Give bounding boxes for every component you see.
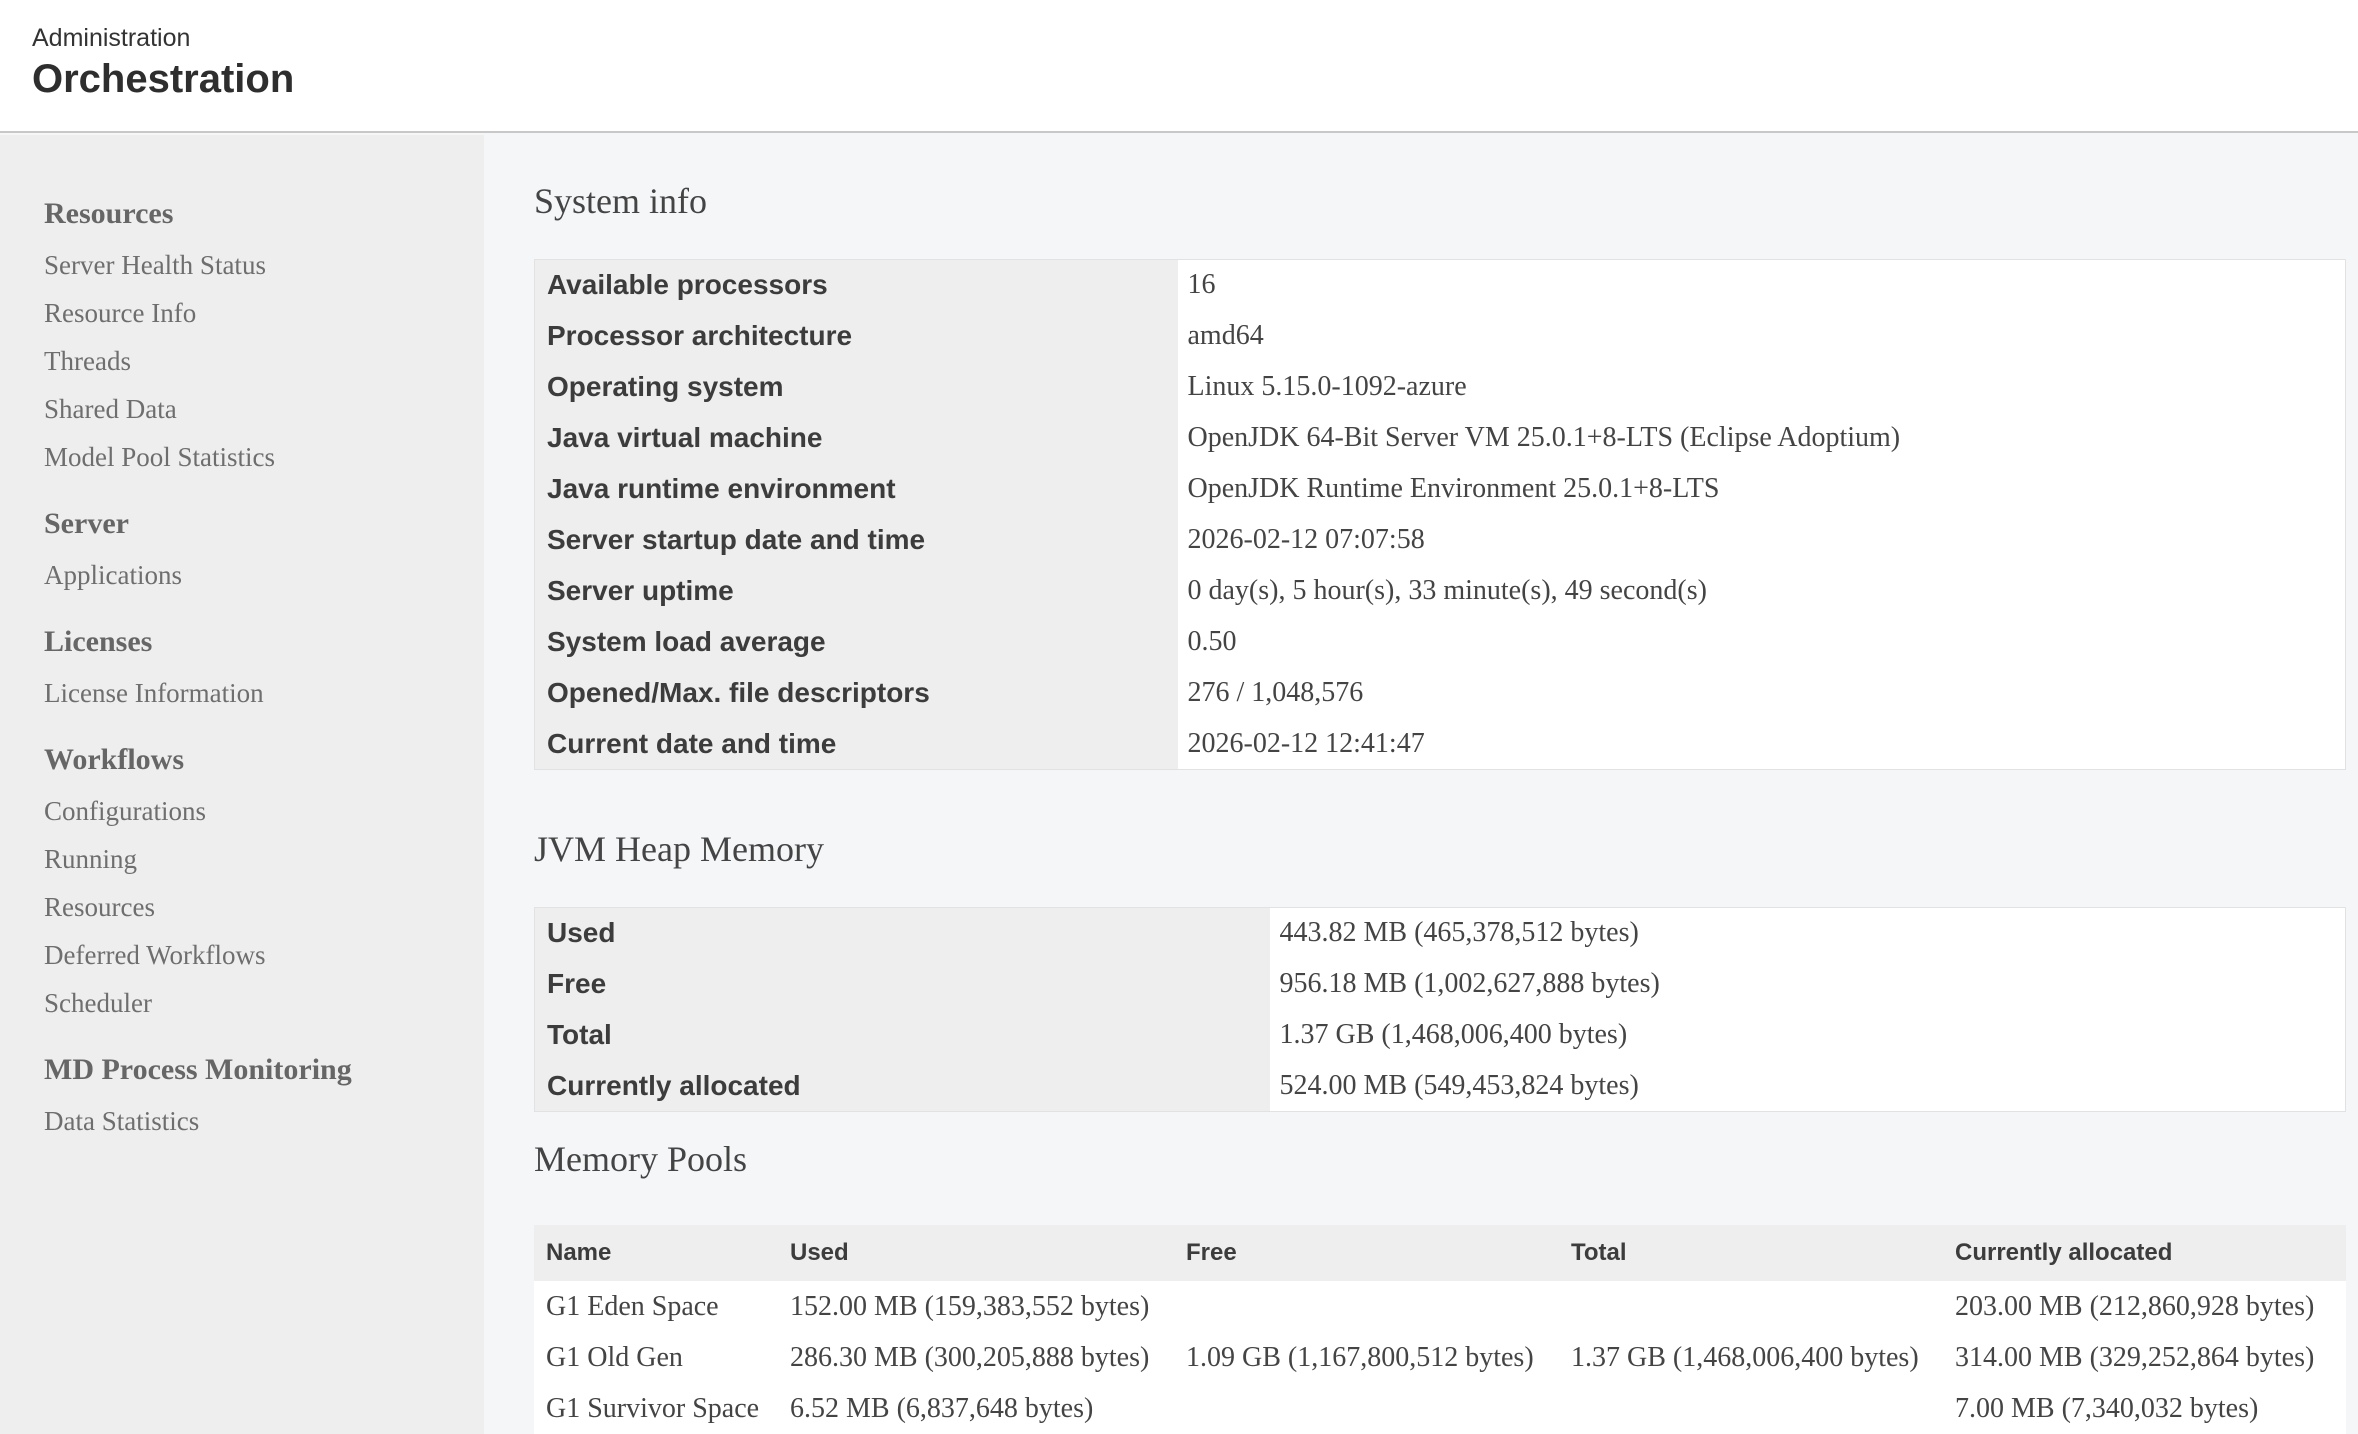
pool-used: 286.30 MB (300,205,888 bytes): [778, 1332, 1174, 1383]
row-key: Free: [534, 958, 1270, 1010]
row-key: Processor architecture: [534, 310, 1178, 362]
sidebar-group-licenses: Licenses: [44, 625, 153, 658]
pool-total: [1559, 1383, 1943, 1434]
main-content: System info Available processors 16 Proce…: [484, 135, 2358, 1434]
table-row: Free 956.18 MB (1,002,627,888 bytes): [534, 958, 2346, 1010]
row-key: Server startup date and time: [534, 514, 1178, 566]
row-value: amd64: [1177, 310, 2346, 362]
pool-allocated: 314.00 MB (329,252,864 bytes): [1943, 1332, 2346, 1383]
row-key: Opened/Max. file descriptors: [534, 667, 1178, 719]
sidebar-item-applications[interactable]: Applications: [44, 560, 182, 591]
table-row: Processor architecture amd64: [534, 310, 2346, 362]
pool-free: 1.09 GB (1,167,800,512 bytes): [1174, 1332, 1559, 1383]
column-header-free[interactable]: Free: [1174, 1225, 1559, 1281]
table-header-row: Name Used Free Total Currently allocated: [534, 1225, 2346, 1281]
breadcrumb[interactable]: Administration: [32, 24, 190, 53]
table-row: Currently allocated 524.00 MB (549,453,82…: [534, 1060, 2346, 1112]
row-key: Server uptime: [534, 565, 1178, 617]
row-value: OpenJDK Runtime Environment 25.0.1+8-LTS: [1177, 463, 2346, 515]
jvm-heap-table: Used 443.82 MB (465,378,512 bytes) Free 95…: [534, 907, 2346, 1112]
table-row: Java runtime environment OpenJDK Runtime …: [534, 463, 2346, 515]
table-row: Operating system Linux 5.15.0-1092-azure: [534, 361, 2346, 413]
table-row: Server startup date and time 2026-02-12 0…: [534, 514, 2346, 566]
pool-name: G1 Old Gen: [534, 1332, 778, 1383]
column-header-total[interactable]: Total: [1559, 1225, 1943, 1281]
sidebar-item-configurations[interactable]: Configurations: [44, 796, 206, 827]
column-header-used[interactable]: Used: [778, 1225, 1174, 1281]
row-value: 2026-02-12 07:07:58: [1177, 514, 2346, 566]
sidebar-group-resources: Resources: [44, 197, 174, 230]
row-key: Used: [534, 907, 1270, 959]
sidebar-item-license-information[interactable]: License Information: [44, 678, 264, 709]
sidebar-item-shared-data[interactable]: Shared Data: [44, 394, 177, 425]
sidebar-item-resource-info[interactable]: Resource Info: [44, 298, 196, 329]
row-value: 443.82 MB (465,378,512 bytes): [1269, 907, 2346, 959]
sidebar-group-md-process-monitoring: MD Process Monitoring: [44, 1053, 352, 1086]
row-key: Java runtime environment: [534, 463, 1178, 515]
sidebar-item-threads[interactable]: Threads: [44, 346, 131, 377]
row-value: 524.00 MB (549,453,824 bytes): [1269, 1060, 2346, 1112]
sidebar-item-server-health-status[interactable]: Server Health Status: [44, 250, 266, 281]
sidebar-item-deferred-workflows[interactable]: Deferred Workflows: [44, 940, 266, 971]
sidebar-item-scheduler[interactable]: Scheduler: [44, 988, 152, 1019]
column-header-name[interactable]: Name: [534, 1225, 778, 1281]
sidebar-item-model-pool-statistics[interactable]: Model Pool Statistics: [44, 442, 275, 473]
table-row: G1 Eden Space 152.00 MB (159,383,552 byt…: [534, 1281, 2346, 1332]
pool-free: [1174, 1281, 1559, 1332]
sidebar: Resources Server Health Status Resource …: [0, 135, 484, 1434]
page-title: Orchestration: [32, 57, 295, 101]
row-value: 276 / 1,048,576: [1177, 667, 2346, 719]
row-key: Current date and time: [534, 718, 1178, 770]
table-row: G1 Survivor Space 6.52 MB (6,837,648 byt…: [534, 1383, 2346, 1434]
table-row: Java virtual machine OpenJDK 64-Bit Serve…: [534, 412, 2346, 464]
system-info-title: System info: [534, 181, 708, 221]
sidebar-group-workflows: Workflows: [44, 743, 185, 776]
table-row: G1 Old Gen 286.30 MB (300,205,888 bytes)…: [534, 1332, 2346, 1383]
row-value: OpenJDK 64-Bit Server VM 25.0.1+8-LTS (E…: [1177, 412, 2346, 464]
sidebar-item-data-statistics[interactable]: Data Statistics: [44, 1106, 199, 1137]
table-row: Server uptime 0 day(s), 5 hour(s), 33 min…: [534, 565, 2346, 617]
row-value: 956.18 MB (1,002,627,888 bytes): [1269, 958, 2346, 1010]
row-value: 0 day(s), 5 hour(s), 33 minute(s), 49 se…: [1177, 565, 2346, 617]
row-key: Available processors: [534, 259, 1178, 311]
pool-free: [1174, 1383, 1559, 1434]
row-key: Operating system: [534, 361, 1178, 413]
row-value: 0.50: [1177, 616, 2346, 668]
memory-pools-title: Memory Pools: [534, 1139, 748, 1179]
row-key: System load average: [534, 616, 1178, 668]
table-row: Used 443.82 MB (465,378,512 bytes): [534, 907, 2346, 959]
pool-allocated: 7.00 MB (7,340,032 bytes): [1943, 1383, 2346, 1434]
table-row: Current date and time 2026-02-12 12:41:47: [534, 718, 2346, 770]
pool-used: 152.00 MB (159,383,552 bytes): [778, 1281, 1174, 1332]
jvm-heap-title: JVM Heap Memory: [534, 829, 824, 869]
pool-allocated: 203.00 MB (212,860,928 bytes): [1943, 1281, 2346, 1332]
row-key: Total: [534, 1009, 1270, 1061]
sidebar-item-resources[interactable]: Resources: [44, 892, 155, 923]
row-key: Java virtual machine: [534, 412, 1178, 464]
sidebar-group-server: Server: [44, 507, 129, 540]
row-key: Currently allocated: [534, 1060, 1270, 1112]
pool-name: G1 Eden Space: [534, 1281, 778, 1332]
table-row: Opened/Max. file descriptors 276 / 1,048,…: [534, 667, 2346, 719]
page-header: Administration Orchestration: [0, 0, 2358, 133]
row-value: Linux 5.15.0-1092-azure: [1177, 361, 2346, 413]
table-row: System load average 0.50: [534, 616, 2346, 668]
sidebar-item-running[interactable]: Running: [44, 844, 137, 875]
row-value: 1.37 GB (1,468,006,400 bytes): [1269, 1009, 2346, 1061]
pool-name: G1 Survivor Space: [534, 1383, 778, 1434]
pool-total: [1559, 1281, 1943, 1332]
row-value: 16: [1177, 259, 2346, 311]
pool-total: 1.37 GB (1,468,006,400 bytes): [1559, 1332, 1943, 1383]
row-value: 2026-02-12 12:41:47: [1177, 718, 2346, 770]
system-info-table: Available processors 16 Processor archite…: [534, 259, 2346, 770]
memory-pools-table: Name Used Free Total Currently allocated…: [534, 1225, 2346, 1434]
table-row: Available processors 16: [534, 259, 2346, 311]
table-row: Total 1.37 GB (1,468,006,400 bytes): [534, 1009, 2346, 1061]
column-header-currently-allocated[interactable]: Currently allocated: [1943, 1225, 2346, 1281]
pool-used: 6.52 MB (6,837,648 bytes): [778, 1383, 1174, 1434]
